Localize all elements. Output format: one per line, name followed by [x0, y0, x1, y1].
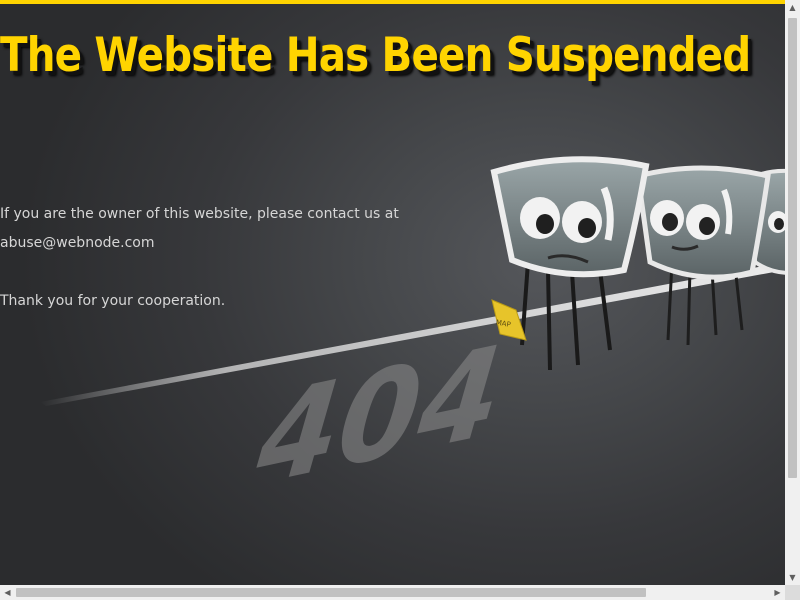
page-title: The Website Has Been Suspended: [0, 28, 751, 83]
scrollbar-corner: [785, 585, 800, 600]
scroll-right-icon[interactable]: ▶: [770, 585, 785, 600]
contact-instruction: If you are the owner of this website, pl…: [0, 206, 399, 222]
scroll-left-icon[interactable]: ◀: [0, 585, 15, 600]
suspension-message: If you are the owner of this website, pl…: [0, 200, 420, 316]
horizontal-scroll-thumb[interactable]: [16, 588, 646, 597]
thanks-text: Thank you for your cooperation.: [0, 293, 226, 309]
horizontal-scrollbar[interactable]: ◀ ▶: [0, 585, 785, 600]
scroll-up-icon[interactable]: ▲: [785, 0, 800, 15]
scroll-down-icon[interactable]: ▼: [785, 570, 800, 585]
road-404-text: 404: [238, 315, 522, 516]
contact-email: abuse@webnode.com: [0, 235, 155, 251]
page-viewport: 404 MAP The Website Has Been Suspended I…: [0, 0, 785, 585]
character-2: [635, 165, 771, 346]
vertical-scrollbar[interactable]: ▲ ▼: [785, 0, 800, 585]
vertical-scroll-thumb[interactable]: [788, 18, 797, 478]
